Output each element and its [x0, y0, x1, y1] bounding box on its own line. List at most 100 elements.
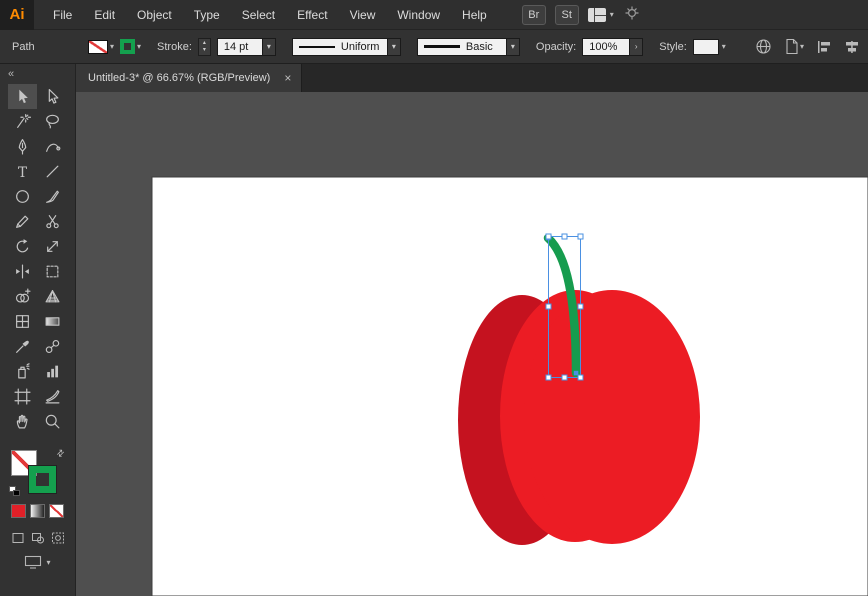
none-button[interactable]	[49, 504, 64, 518]
align-horizontal-icon[interactable]	[816, 39, 832, 55]
tool-mesh[interactable]	[8, 309, 37, 334]
tool-shape-builder[interactable]	[8, 284, 37, 309]
mesh-tool-icon	[15, 315, 29, 328]
menu-effect[interactable]: Effect	[286, 0, 338, 30]
curvature-tool-icon	[45, 143, 60, 152]
ellipse-tool-icon	[15, 190, 29, 203]
draw-normal-icon[interactable]	[9, 530, 26, 545]
tool-gradient[interactable]	[38, 309, 67, 334]
graphic-style-dropdown[interactable]: ▾	[692, 38, 726, 55]
handle-mid-right[interactable]	[577, 303, 584, 310]
draw-inside-icon[interactable]	[49, 530, 66, 545]
close-tab-icon[interactable]: ×	[284, 71, 291, 85]
apple-body-right-shape[interactable]	[524, 290, 700, 544]
tool-curvature[interactable]	[38, 134, 67, 159]
control-bar: Path ▾ ▾ Stroke: ▴ ▾ 14 pt ▾ Uniform ▾ B…	[0, 30, 868, 64]
fill-color-control[interactable]: ▾	[88, 39, 114, 54]
layout-grid-icon	[587, 7, 606, 22]
stroke-swatch-green[interactable]	[28, 466, 56, 493]
handle-mid-left[interactable]	[545, 303, 552, 310]
globe-icon[interactable]	[755, 38, 772, 55]
draw-behind-icon[interactable]	[29, 530, 46, 545]
stroke-color-control[interactable]: ▾	[120, 39, 141, 54]
opacity-label: Opacity:	[535, 40, 577, 53]
menu-window[interactable]: Window	[386, 0, 451, 30]
handle-top-right[interactable]	[577, 233, 584, 240]
line-segment-tool-icon	[46, 165, 58, 178]
bridge-button[interactable]: Br	[521, 4, 546, 25]
style-label: Style:	[659, 40, 687, 53]
menu-help[interactable]: Help	[451, 0, 498, 30]
canvas[interactable]	[76, 92, 868, 596]
flyout-arrow-icon: ›	[630, 37, 644, 56]
tool-lasso[interactable]	[38, 109, 67, 134]
workspace-switcher-icon[interactable]	[623, 5, 641, 24]
screen-mode-button[interactable]: ▾	[24, 555, 51, 569]
tool-slice[interactable]	[38, 384, 67, 409]
stroke-weight-dropdown[interactable]: 14 pt ▾	[216, 37, 276, 56]
arrange-documents-button[interactable]: ▾	[587, 7, 614, 22]
stroke-weight-value: 14 pt	[216, 37, 263, 56]
stroke-weight-stepper[interactable]: ▴ ▾	[197, 37, 211, 56]
eyedropper-tool-icon	[15, 340, 29, 353]
tool-zoom[interactable]	[38, 409, 67, 434]
handle-bottom-center[interactable]	[561, 374, 568, 381]
tool-hand[interactable]	[8, 409, 37, 434]
handle-bottom-left[interactable]	[545, 374, 552, 381]
document-tab[interactable]: Untitled-3* @ 66.67% (RGB/Preview) ×	[76, 64, 303, 92]
tool-type[interactable]: T	[8, 159, 37, 184]
menu-view[interactable]: View	[339, 0, 387, 30]
document-area: Untitled-3* @ 66.67% (RGB/Preview) ×	[76, 64, 868, 596]
tool-width[interactable]	[8, 259, 37, 284]
handle-top-left[interactable]	[545, 233, 552, 240]
tool-selection[interactable]	[7, 84, 37, 109]
default-fill-stroke-icon[interactable]	[8, 486, 20, 496]
document-setup-button[interactable]: ▾	[784, 38, 804, 55]
tool-magic-wand[interactable]	[8, 109, 37, 134]
tool-line-segment[interactable]	[38, 159, 67, 184]
tool-symbol-sprayer[interactable]	[8, 359, 37, 384]
tool-pen[interactable]	[8, 134, 37, 159]
align-distribute-icon[interactable]	[844, 39, 860, 55]
pen-tool-icon	[18, 139, 26, 155]
style-swatch	[692, 38, 719, 55]
opacity-control[interactable]: 100% ›	[582, 37, 644, 56]
tool-rotate[interactable]	[8, 234, 37, 259]
slice-tool-icon	[45, 390, 59, 404]
menu-list: File Edit Object Type Select Effect View…	[42, 0, 498, 30]
tool-scissors[interactable]	[38, 209, 67, 234]
lasso-tool-icon	[45, 114, 59, 129]
tool-column-graph[interactable]	[38, 359, 67, 384]
tool-direct-selection[interactable]	[38, 84, 67, 109]
tool-pencil[interactable]	[8, 209, 37, 234]
menu-select[interactable]: Select	[231, 0, 286, 30]
hand-tool-icon	[16, 414, 28, 429]
tool-free-transform[interactable]	[38, 259, 67, 284]
menu-file[interactable]: File	[42, 0, 83, 30]
tool-ellipse[interactable]	[8, 184, 37, 209]
width-profile-preview	[298, 45, 335, 48]
handle-bottom-right[interactable]	[577, 374, 584, 381]
magic-wand-tool-icon	[16, 114, 31, 128]
paintbrush-tool-icon	[45, 190, 59, 203]
menu-object[interactable]: Object	[126, 0, 183, 30]
tool-perspective-grid[interactable]	[38, 284, 67, 309]
gradient-button[interactable]	[30, 504, 45, 518]
tool-blend[interactable]	[38, 334, 67, 359]
tool-artboard[interactable]	[8, 384, 37, 409]
tools-panel: « T ⇄ ▾	[0, 64, 76, 596]
chevron-down-icon: ▾	[46, 557, 51, 567]
variable-width-profile-dropdown[interactable]: Uniform ▾	[291, 37, 401, 56]
tool-scale[interactable]	[38, 234, 67, 259]
menu-edit[interactable]: Edit	[83, 0, 126, 30]
stock-button[interactable]: St	[554, 4, 579, 25]
tool-paintbrush[interactable]	[38, 184, 67, 209]
menu-type[interactable]: Type	[183, 0, 231, 30]
zoom-tool-icon	[45, 414, 59, 429]
swap-fill-stroke-icon[interactable]: ⇄	[54, 447, 67, 460]
handle-top-center[interactable]	[561, 233, 568, 240]
collapse-panel-button[interactable]: «	[0, 64, 22, 82]
brush-definition-dropdown[interactable]: Basic ▾	[416, 37, 520, 56]
tool-eyedropper[interactable]	[8, 334, 37, 359]
color-button[interactable]	[11, 504, 26, 518]
